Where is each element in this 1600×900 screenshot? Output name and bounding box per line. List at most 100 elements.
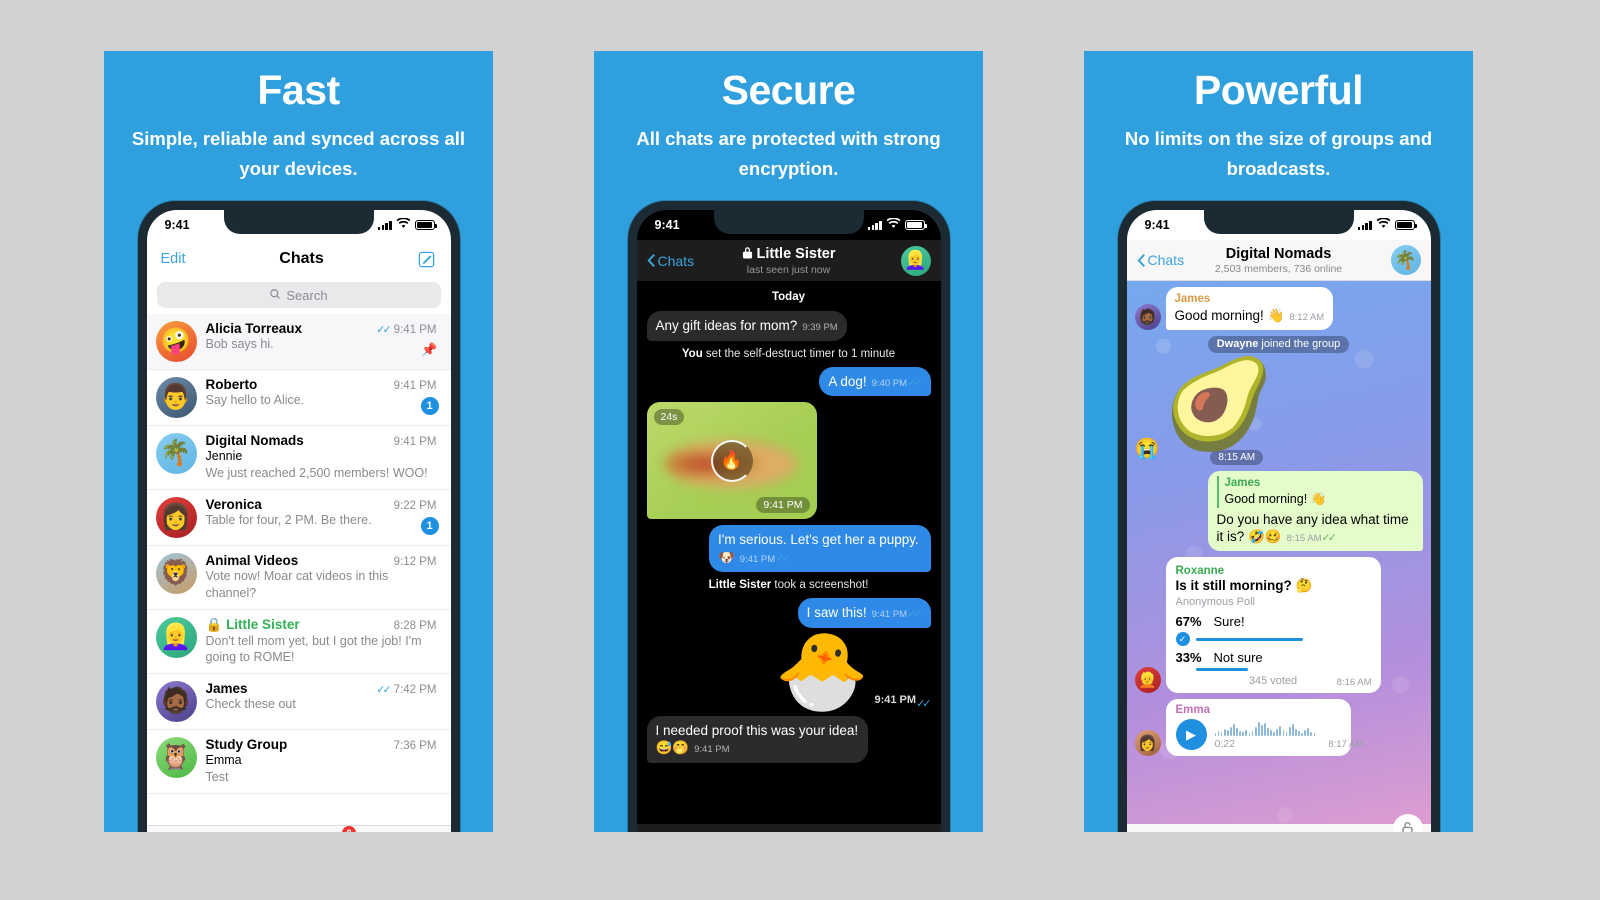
battery-icon — [414, 220, 437, 230]
chat-list-item[interactable]: 🧔🏾 James ✓✓ 7:42 PM Check these out — [146, 674, 451, 731]
chat-name: Alicia Torreaux — [205, 321, 303, 336]
message-row[interactable]: James Good morning! 👋 Do you have any id… — [1135, 470, 1423, 552]
message-author: Roxanne — [1175, 565, 1225, 578]
message-bubble: James Good morning! 👋 Do you have any id… — [1207, 470, 1423, 552]
promo-panel-fast: Fast Simple, reliable and synced across … — [104, 51, 493, 832]
avatar[interactable]: 👱‍♀️ — [155, 616, 197, 658]
edit-button[interactable]: Edit — [161, 251, 186, 267]
avatar[interactable]: 👩 — [1134, 730, 1161, 757]
message-bubble: A dog! 9:40 PM✓✓ — [819, 366, 931, 397]
group-message-list[interactable]: 🧔🏾 James Good morning! 👋 8:12 AM Dwayne j… — [1126, 281, 1431, 832]
message-text: I needed proof this was your idea! 😅🤭 — [655, 722, 859, 756]
tab-bar[interactable]: 8 — [146, 825, 451, 833]
poll-bar — [1195, 637, 1303, 641]
poll-bar — [1195, 668, 1249, 672]
chat-list-item[interactable]: 🦁 Animal Videos 9:12 PM Vote now! Moar c… — [146, 546, 451, 610]
record-lock-control[interactable] — [1392, 814, 1423, 832]
message-row[interactable]: 👱 Roxanne Is it still morning? 🤔 Anonymo… — [1134, 557, 1423, 694]
tab-contacts[interactable] — [174, 831, 195, 833]
back-button[interactable]: Chats — [646, 252, 695, 269]
message-row[interactable]: 24s 🔥 9:41 PM — [646, 402, 931, 520]
read-receipt-icon: ✓✓ — [376, 324, 392, 336]
chat-timestamp: 9:12 PM — [393, 555, 437, 568]
avatar[interactable]: 👱 — [1134, 667, 1161, 694]
chat-preview: Test — [205, 770, 229, 785]
avatar[interactable]: 🦁 — [155, 552, 197, 594]
voice-message[interactable]: Emma ▶ 0:22 8:17 AM — [1165, 699, 1363, 757]
reply-text: Good morning! 👋 — [1224, 492, 1327, 507]
chat-list-item[interactable]: 🦉 Study Group 7:36 PM Emma Test — [146, 730, 451, 794]
message-timestamp: 8:12 AM — [1289, 312, 1325, 324]
avatar[interactable]: 👱‍♀️ — [900, 245, 931, 276]
avatar[interactable]: 👩 — [155, 496, 197, 538]
compose-icon[interactable] — [417, 250, 436, 269]
avatar[interactable]: 👨 — [155, 377, 197, 418]
read-receipt-icon: ✓✓ — [775, 552, 791, 565]
message-row[interactable]: I saw this! 9:41 PM✓✓ — [647, 598, 931, 628]
chat-list[interactable]: 🤪 Alicia Torreaux ✓✓ 9:41 PM Bob says hi.… — [146, 314, 451, 794]
reply-quote[interactable]: James Good morning! 👋 — [1216, 475, 1414, 508]
message-row[interactable]: 👩 Emma ▶ 0:22 8:17 AM — [1134, 699, 1423, 757]
message-timestamp: 9:41 PM — [871, 609, 908, 621]
message-bubble: I saw this! 9:41 PM✓✓ — [797, 598, 931, 628]
tab-settings[interactable] — [402, 831, 423, 833]
battery-icon — [904, 220, 927, 230]
play-icon[interactable]: ▶ — [1175, 719, 1207, 751]
back-label: Chats — [657, 252, 695, 269]
sticker[interactable]: 🥑 — [1164, 359, 1274, 448]
status-time: 9:41 — [654, 218, 680, 232]
read-receipt-icon: ✓✓ — [907, 376, 923, 389]
avatar[interactable]: 🧔🏾 — [155, 681, 197, 723]
chat-sender: Jennie — [205, 449, 243, 463]
poll-card[interactable]: Roxanne Is it still morning? 🤔 Anonymous… — [1165, 557, 1381, 694]
poll-option[interactable]: 67% Sure! ✓ — [1175, 614, 1371, 647]
phone-screen: 9:41 Chats Digital Nomads 2,503 members,… — [1126, 210, 1431, 832]
chat-timestamp: 9:22 PM — [393, 499, 437, 512]
chat-name: Animal Videos — [205, 552, 299, 568]
reaction-emoji[interactable]: 😭 — [1135, 436, 1160, 461]
chat-list-item[interactable]: 👩 Veronica 9:22 PM Table for four, 2 PM.… — [146, 490, 451, 546]
chat-timestamp: 8:28 PM — [393, 619, 437, 632]
poll-type: Anonymous Poll — [1175, 596, 1256, 609]
avatar[interactable]: 🌴 — [1390, 245, 1421, 275]
chat-list-item[interactable]: 👨 Roberto 9:41 PM Say hello to Alice. 1 — [146, 370, 451, 426]
message-row[interactable]: 😭 🥑 8:15 AM — [1135, 359, 1423, 465]
avatar[interactable]: 🌴 — [155, 433, 197, 474]
message-row[interactable]: A dog! 9:40 PM✓✓ — [647, 366, 931, 397]
status-time: 9:41 — [1144, 218, 1170, 232]
chat-preview: Don't tell mom yet, but I got the job! I… — [205, 633, 422, 665]
poll-option[interactable]: 33% Not sure — [1175, 650, 1371, 672]
screenshot-stage: Fast Simple, reliable and synced across … — [0, 0, 1600, 900]
chat-name: Veronica — [205, 496, 262, 512]
back-button[interactable]: Chats — [1136, 252, 1185, 268]
avatar[interactable]: 🧔🏾 — [1134, 303, 1161, 330]
chat-list-item[interactable]: 🌴 Digital Nomads 9:41 PM Jennie We just … — [146, 426, 451, 490]
message-timestamp: 9:41 PM — [694, 744, 730, 756]
flame-timer-icon[interactable]: 🔥 — [710, 439, 753, 482]
sticker[interactable]: 🐣 — [775, 633, 870, 710]
promo-panel-secure: Secure All chats are protected with stro… — [594, 51, 983, 832]
tab-chats[interactable]: 8 — [325, 825, 356, 832]
message-row[interactable]: 🧔🏾 James Good morning! 👋 8:12 AM — [1134, 287, 1423, 330]
chat-list-item[interactable]: 👱‍♀️ 🔒 Little Sister 8:28 PM Don't tell … — [146, 610, 451, 675]
panel-title: Powerful — [1193, 67, 1364, 113]
avatar[interactable]: 🤪 — [155, 321, 197, 362]
self-destruct-photo[interactable]: 24s 🔥 9:41 PM — [646, 402, 817, 520]
search-input[interactable]: Search — [156, 282, 441, 308]
avatar[interactable]: 🦉 — [155, 737, 197, 779]
tab-calls[interactable] — [250, 831, 270, 832]
chat-name: James — [205, 681, 248, 697]
message-row[interactable]: Any gift ideas for mom? 9:39 PM — [646, 311, 931, 341]
poll-percent: 33% — [1175, 650, 1202, 666]
back-label: Chats — [1147, 252, 1185, 268]
search-icon — [269, 288, 281, 303]
message-row[interactable]: 🐣 9:41 PM ✓✓ — [647, 633, 932, 710]
message-row[interactable]: I'm serious. Let's get her a puppy. 🐶 9:4… — [647, 525, 931, 573]
message-list[interactable]: Today Any gift ideas for mom? 9:39 PM You… — [637, 281, 941, 763]
cellular-signal-icon — [867, 220, 882, 230]
chat-name: Roberto — [205, 377, 258, 392]
chat-list-item[interactable]: 🤪 Alicia Torreaux ✓✓ 9:41 PM Bob says hi.… — [146, 314, 451, 370]
wifi-icon — [886, 217, 901, 232]
message-input-bar[interactable]: Message 1m — [636, 824, 941, 832]
message-row[interactable]: I needed proof this was your idea! 😅🤭 9:4… — [646, 715, 931, 763]
